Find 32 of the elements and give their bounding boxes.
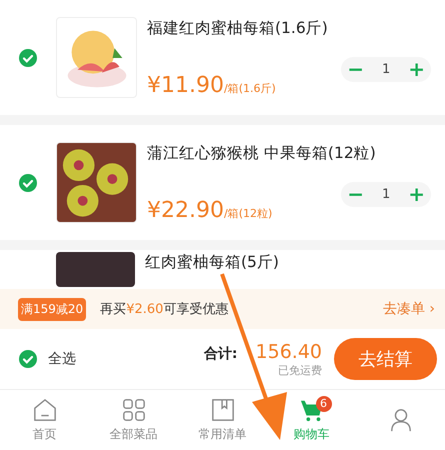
home-icon — [32, 398, 56, 422]
select-all-label[interactable]: 全选 — [48, 350, 204, 368]
quantity-value: 1 — [382, 186, 390, 202]
checkbox[interactable] — [18, 349, 38, 369]
count-badge: 6 — [316, 396, 332, 412]
product-price: ¥11.90 — [147, 72, 224, 98]
nav-tab[interactable]: 首页 — [0, 390, 89, 450]
person-icon — [388, 408, 412, 432]
product-title: 蒲江红心猕猴桃 中果每箱(12粒) — [147, 142, 377, 164]
nav-tab[interactable]: 常用清单 — [178, 390, 267, 450]
plus-button[interactable]: + — [408, 184, 425, 204]
shipping-note: 已免运费 — [278, 362, 322, 378]
bookmark-page-icon — [210, 398, 234, 422]
minus-button[interactable]: − — [347, 184, 364, 204]
grid-icon — [122, 398, 146, 422]
product-title: 红肉蜜柚每箱(5斤) — [145, 252, 280, 273]
product-title: 福建红肉蜜柚每箱(1.6斤) — [147, 18, 329, 38]
promo-text: 再买¥2.60可享受优惠 — [100, 301, 230, 318]
checkbox[interactable] — [18, 48, 38, 68]
add-items-link[interactable]: 去凑单 › — [382, 300, 435, 318]
unit-label: /箱(1.6斤) — [224, 82, 276, 94]
nav-tab[interactable]: 全部菜品 — [89, 390, 178, 450]
product-price: ¥22.90 — [147, 198, 224, 222]
total-amount: 156.40 — [256, 340, 322, 362]
discount-tag: 满159减20 — [18, 298, 86, 320]
minus-button[interactable]: − — [347, 59, 364, 79]
quantity-value: 1 — [382, 62, 390, 76]
total-label: 合计: — [204, 344, 238, 362]
unit-label: /箱(12粒) — [224, 206, 272, 220]
plus-button[interactable]: + — [408, 59, 425, 79]
checkout-button[interactable]: 去结算 — [334, 338, 437, 380]
checkbox[interactable] — [18, 172, 38, 192]
